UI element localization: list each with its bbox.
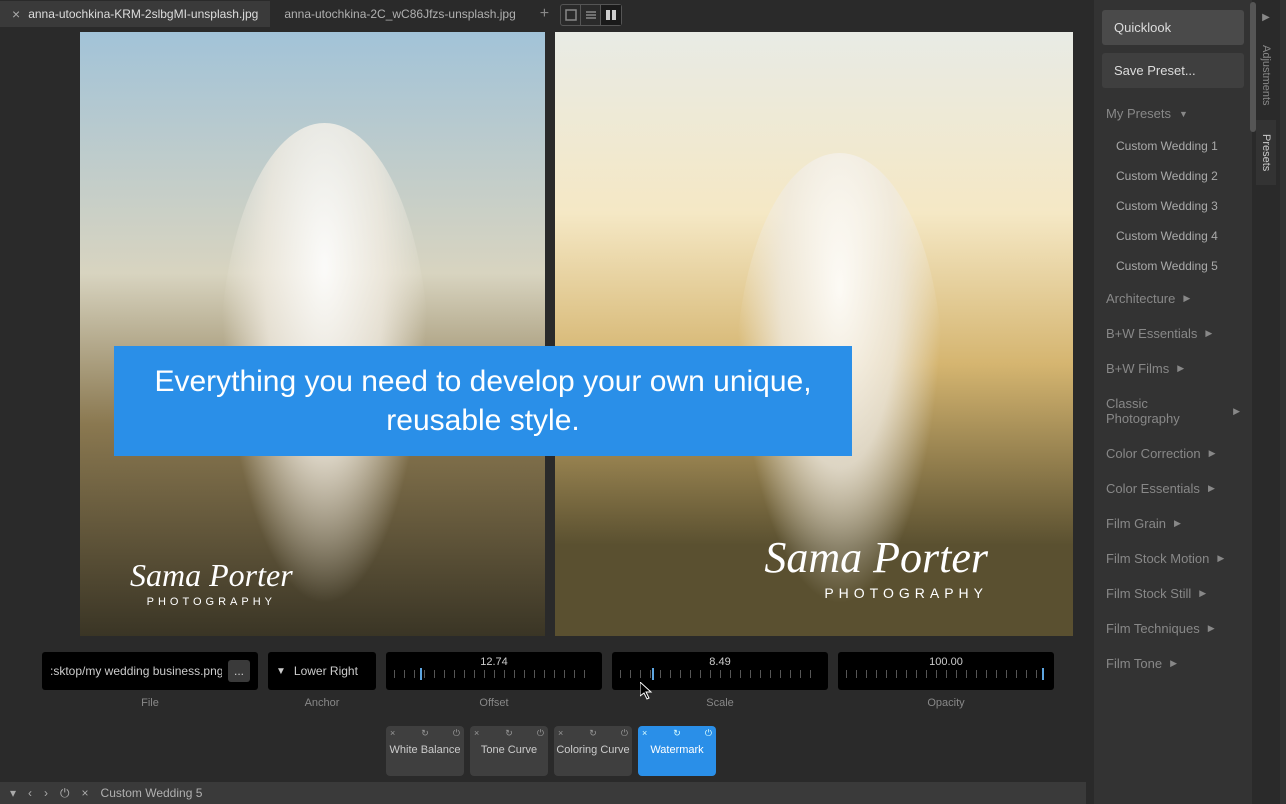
power-icon[interactable]: ⏻ bbox=[537, 728, 544, 739]
category-film-techniques[interactable]: Film Techniques▶ bbox=[1102, 611, 1244, 646]
view-single-button[interactable] bbox=[561, 5, 581, 25]
anchor-dropdown[interactable]: ▼ Lower Right bbox=[268, 652, 376, 690]
tab-presets[interactable]: Presets bbox=[1256, 120, 1276, 185]
remove-icon[interactable]: × bbox=[390, 728, 395, 739]
next-icon[interactable]: › bbox=[44, 786, 48, 800]
white-balance-button[interactable]: × ↻ ⏻ White Balance bbox=[386, 726, 464, 776]
preset-item[interactable]: Custom Wedding 1 bbox=[1102, 131, 1244, 161]
collapse-icon[interactable]: ▶ bbox=[1262, 12, 1270, 23]
chevron-right-icon: ▶ bbox=[1205, 328, 1212, 339]
close-icon[interactable]: × bbox=[82, 786, 89, 800]
remove-icon[interactable]: × bbox=[558, 728, 563, 739]
chevron-right-icon: ▶ bbox=[1208, 623, 1215, 634]
reset-icon[interactable]: ↻ bbox=[421, 728, 429, 739]
preset-item[interactable]: Custom Wedding 2 bbox=[1102, 161, 1244, 191]
tab-label: anna-utochkina-KRM-2slbgMI-unsplash.jpg bbox=[28, 7, 258, 21]
chevron-right-icon: ▶ bbox=[1199, 588, 1206, 599]
my-presets-section[interactable]: My Presets ▼ bbox=[1102, 96, 1244, 131]
browse-button[interactable]: ... bbox=[228, 660, 250, 682]
current-preset-label: Custom Wedding 5 bbox=[101, 786, 203, 800]
tab-file-1[interactable]: × anna-utochkina-KRM-2slbgMI-unsplash.jp… bbox=[0, 1, 270, 27]
category-film-tone[interactable]: Film Tone▶ bbox=[1102, 646, 1244, 681]
sidebar: Quicklook Save Preset... My Presets ▼ Cu… bbox=[1094, 0, 1286, 804]
file-path-value: :sktop/my wedding business.png bbox=[50, 664, 222, 678]
chevron-down-icon[interactable]: ▾ bbox=[10, 786, 16, 800]
offset-slider[interactable]: 12.74 bbox=[386, 652, 602, 690]
reset-icon[interactable]: ↻ bbox=[589, 728, 597, 739]
chevron-right-icon: ▶ bbox=[1183, 293, 1190, 304]
watermark-overlay: Sama Porter PHOTOGRAPHY bbox=[764, 532, 988, 601]
category-film-grain[interactable]: Film Grain▶ bbox=[1102, 506, 1244, 541]
tab-label: anna-utochkina-2C_wC86Jfzs-unsplash.jpg bbox=[284, 7, 515, 21]
save-preset-button[interactable]: Save Preset... bbox=[1102, 53, 1244, 88]
control-labels: File Anchor Offset Scale Opacity bbox=[42, 697, 1062, 709]
chevron-right-icon: ▶ bbox=[1209, 448, 1216, 459]
chevron-right-icon: ▶ bbox=[1217, 553, 1224, 564]
coloring-curve-button[interactable]: × ↻ ⏻ Coloring Curve bbox=[554, 726, 632, 776]
remove-icon[interactable]: × bbox=[642, 728, 647, 739]
scrollbar[interactable] bbox=[1250, 2, 1256, 132]
adjustment-row: × ↻ ⏻ White Balance × ↻ ⏻ Tone Curve × ↻… bbox=[386, 726, 716, 776]
power-icon[interactable]: ⏻ bbox=[705, 728, 712, 739]
tab-file-2[interactable]: anna-utochkina-2C_wC86Jfzs-unsplash.jpg bbox=[272, 1, 527, 27]
category-color-essentials[interactable]: Color Essentials▶ bbox=[1102, 471, 1244, 506]
close-icon[interactable]: × bbox=[12, 6, 20, 22]
preset-item[interactable]: Custom Wedding 5 bbox=[1102, 251, 1244, 281]
promo-banner: Everything you need to develop your own … bbox=[114, 346, 852, 456]
scale-slider[interactable]: 8.49 bbox=[612, 652, 828, 690]
preset-item[interactable]: Custom Wedding 4 bbox=[1102, 221, 1244, 251]
bottom-bar: ▾ ‹ › ⏻ × Custom Wedding 5 bbox=[0, 782, 1086, 804]
view-mode-group bbox=[560, 4, 622, 26]
category-film-stock-motion[interactable]: Film Stock Motion▶ bbox=[1102, 541, 1244, 576]
chevron-down-icon: ▼ bbox=[276, 666, 286, 677]
category-architecture[interactable]: Architecture▶ bbox=[1102, 281, 1244, 316]
chevron-right-icon: ▶ bbox=[1170, 658, 1177, 669]
chevron-right-icon: ▶ bbox=[1233, 406, 1240, 417]
add-tab-button[interactable]: + bbox=[530, 5, 559, 23]
sidebar-tab-group: ▶ Adjustments Presets bbox=[1252, 0, 1280, 804]
power-icon[interactable]: ⏻ bbox=[453, 728, 460, 739]
power-icon[interactable]: ⏻ bbox=[621, 728, 628, 739]
file-path-box: :sktop/my wedding business.png ... bbox=[42, 652, 258, 690]
tone-curve-button[interactable]: × ↻ ⏻ Tone Curve bbox=[470, 726, 548, 776]
image-viewport: Sama Porter PHOTOGRAPHY Sama Porter PHOT… bbox=[8, 32, 1088, 642]
remove-icon[interactable]: × bbox=[474, 728, 479, 739]
chevron-right-icon: ▶ bbox=[1208, 483, 1215, 494]
prev-icon[interactable]: ‹ bbox=[28, 786, 32, 800]
chevron-down-icon: ▼ bbox=[1179, 109, 1188, 119]
view-split-button[interactable] bbox=[601, 5, 621, 25]
opacity-slider[interactable]: 100.00 bbox=[838, 652, 1054, 690]
image-preview-right[interactable]: Sama Porter PHOTOGRAPHY bbox=[555, 32, 1073, 636]
chevron-right-icon: ▶ bbox=[1174, 518, 1181, 529]
watermark-button[interactable]: × ↻ ⏻ Watermark bbox=[638, 726, 716, 776]
anchor-value: Lower Right bbox=[294, 664, 358, 678]
preset-item[interactable]: Custom Wedding 3 bbox=[1102, 191, 1244, 221]
tab-adjustments[interactable]: Adjustments bbox=[1256, 31, 1276, 120]
reset-icon[interactable]: ↻ bbox=[505, 728, 513, 739]
category-bw-essentials[interactable]: B+W Essentials▶ bbox=[1102, 316, 1244, 351]
reset-icon[interactable]: ↻ bbox=[673, 728, 681, 739]
file-tabs: × anna-utochkina-KRM-2slbgMI-unsplash.jp… bbox=[0, 0, 1086, 28]
watermark-controls: :sktop/my wedding business.png ... ▼ Low… bbox=[42, 652, 1062, 690]
category-classic-photography[interactable]: Classic Photography▶ bbox=[1102, 386, 1244, 436]
quicklook-button[interactable]: Quicklook bbox=[1102, 10, 1244, 45]
image-preview-left[interactable]: Sama Porter PHOTOGRAPHY bbox=[80, 32, 545, 636]
category-color-correction[interactable]: Color Correction▶ bbox=[1102, 436, 1244, 471]
power-icon[interactable]: ⏻ bbox=[60, 786, 70, 801]
category-film-stock-still[interactable]: Film Stock Still▶ bbox=[1102, 576, 1244, 611]
category-bw-films[interactable]: B+W Films▶ bbox=[1102, 351, 1244, 386]
view-list-button[interactable] bbox=[581, 5, 601, 25]
chevron-right-icon: ▶ bbox=[1177, 363, 1184, 374]
watermark-overlay: Sama Porter PHOTOGRAPHY bbox=[130, 557, 293, 608]
